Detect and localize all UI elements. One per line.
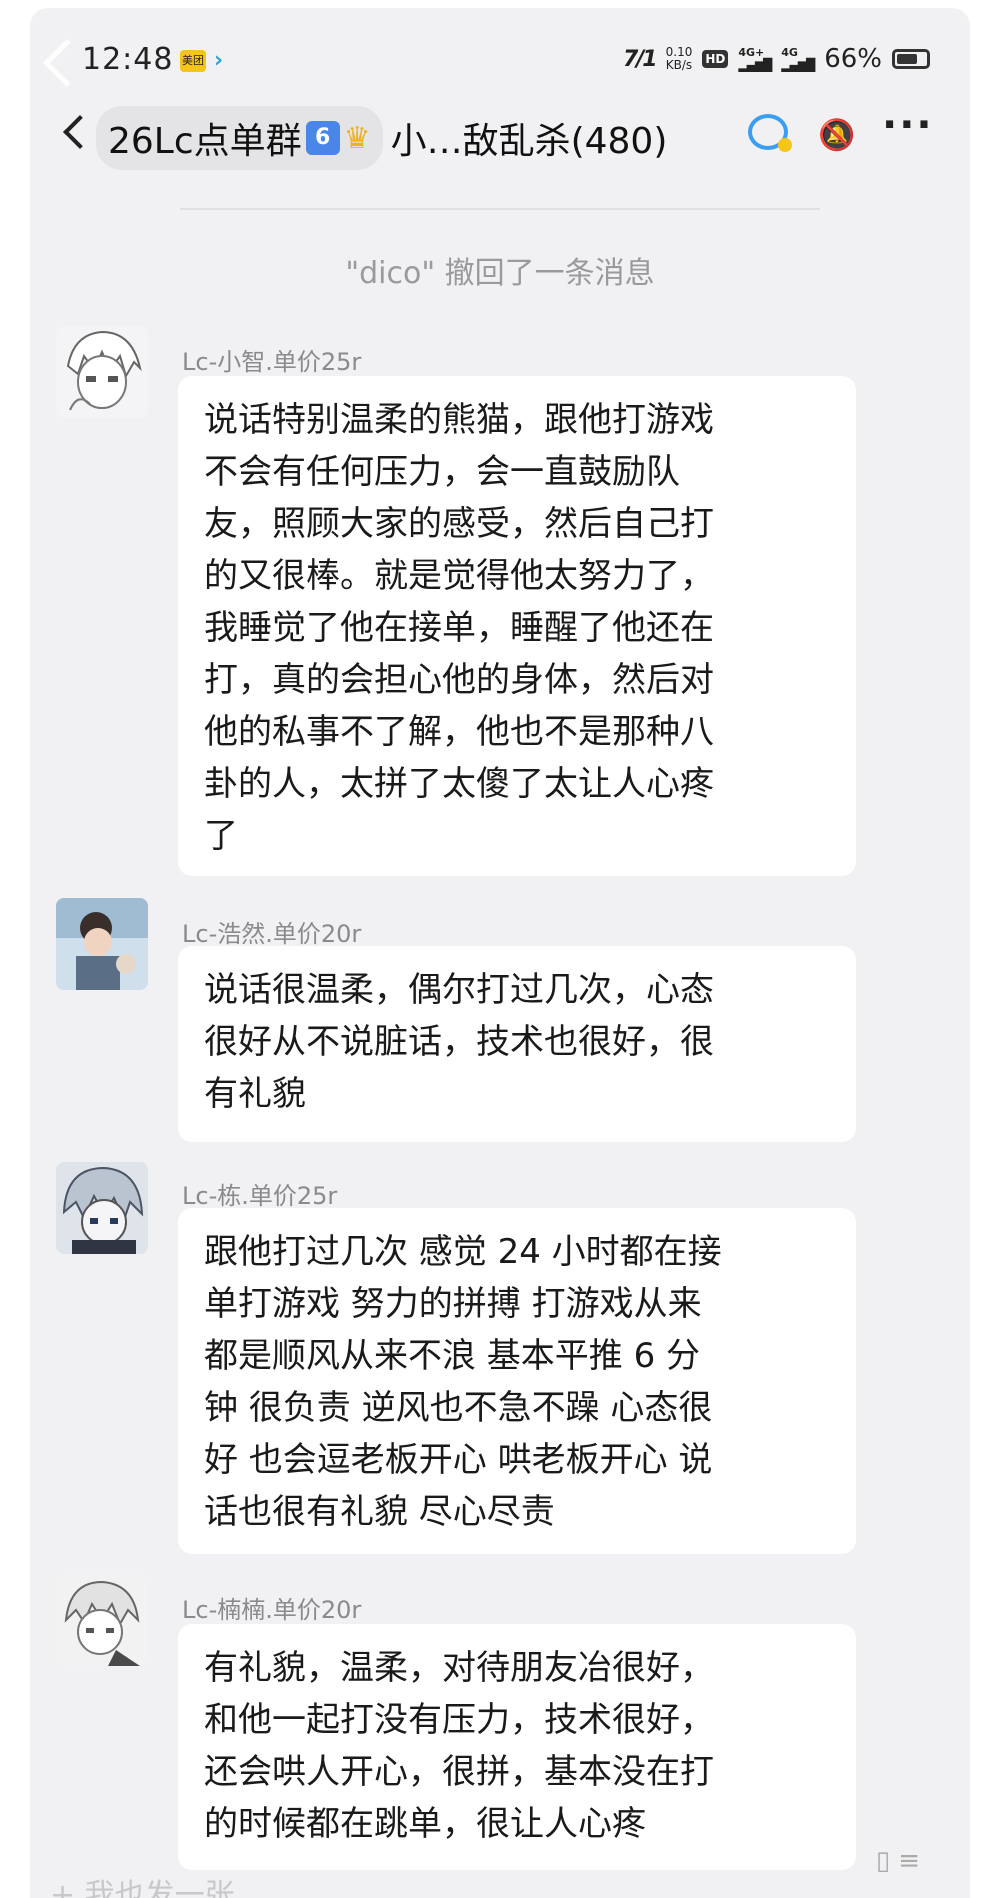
battery-icon [892,49,930,69]
message-line: 都是顺风从来不浪 基本平推 6 分 [204,1336,701,1376]
chat-header: 26Lc点单群 6 ♛ 小…敌乱杀(480) 🔕 ··· [30,96,970,176]
top-divider [180,208,820,210]
avatar-anime-boy-3-icon [56,1574,148,1666]
avatar[interactable] [56,898,148,990]
avatar-anime-boy-2-icon [56,1162,148,1254]
mute-bell-icon[interactable]: 🔕 [818,118,855,153]
avatar[interactable] [56,1162,148,1254]
status-time: 12:48 [82,42,174,77]
network-speed: 0.10 KB/s [666,46,693,72]
chat-bubble-icon[interactable] [748,114,792,152]
message-line: 很好从不说脏话，技术也很好，很 [204,1022,714,1062]
message-line: 好 也会逗老板开心 哄老板开心 说 [204,1440,713,1480]
message-line: 不会有任何压力，会一直鼓励队 [204,452,680,492]
photo-edge-right [970,0,1000,1898]
notification-app-icon: › [214,48,224,73]
back-chevron-icon[interactable] [63,115,97,149]
bottom-toolbar: ▯ ≡ [876,1846,920,1876]
avatar[interactable] [56,1574,148,1666]
photo-edge-left [0,0,30,1898]
message-line: 跟他打过几次 感觉 24 小时都在接 [204,1232,722,1272]
message-line: 了 [204,816,238,856]
signal-1-icon: 4G+ ▂▄▆█ [738,47,772,72]
message-line: 和他一起打没有压力，技术很好， [204,1700,714,1740]
message-line: 有礼貌 [204,1074,306,1114]
hd-icon: HD [702,50,729,68]
speed-unit: KB/s [665,58,693,72]
network-icon: 7/1 [622,46,658,72]
message-line: 的时候都在跳单，很让人心疼 [204,1804,646,1844]
message-bubble[interactable]: 说话特别温柔的熊猫，跟他打游戏 不会有任何压力，会一直鼓励队 友，照顾大家的感受… [178,376,856,876]
message-line: 我睡觉了他在接单，睡醒了他还在 [204,608,714,648]
message-line: 说话特别温柔的熊猫，跟他打游戏 [204,400,714,440]
sender-name: Lc-栋.单价25r [182,1182,338,1210]
avatar[interactable] [56,326,148,418]
message-line: 有礼貌，温柔，对待朋友冶很好， [204,1648,714,1688]
phone-screen: 12:48 美团 › 7/1 0.10 KB/s HD 4G+ ▂▄▆█ 4G … [30,8,970,1898]
message-bubble[interactable]: 有礼貌，温柔，对待朋友冶很好， 和他一起打没有压力，技术很好， 还会哄人开心，很… [178,1624,856,1870]
message-bubble[interactable]: 跟他打过几次 感觉 24 小时都在接 单打游戏 努力的拼搏 打游戏从来 都是顺风… [178,1208,856,1554]
avatar-photo-icon [56,898,148,990]
group-title[interactable]: 26Lc点单群 6 ♛ 小…敌乱杀(480) [96,106,667,170]
menu-icon[interactable]: ≡ [898,1846,920,1876]
signal-1-bars-icon: ▂▄▆█ [738,58,772,72]
recall-notice: "dico" 撤回了一条消息 [345,256,655,291]
sender-name: Lc-楠楠.单价20r [182,1596,362,1624]
message-line: 说话很温柔，偶尔打过几次，心态 [204,970,714,1010]
meituan-app-icon: 美团 [180,50,206,72]
message-bubble[interactable]: 说话很温柔，偶尔打过几次，心态 很好从不说脏话，技术也很好，很 有礼貌 [178,946,856,1142]
more-options-icon[interactable]: ··· [882,102,934,148]
message-line: 单打游戏 努力的拼搏 打游戏从来 [204,1284,702,1324]
message-line: 卦的人，太拼了太傻了太让人心疼 [204,764,714,804]
group-name-rest: 小…敌乱杀(480) [390,121,668,162]
bookmark-icon[interactable]: ▯ [876,1846,890,1876]
crown-icon: ♛ [343,120,371,156]
post-also-overlay[interactable]: + 我也发一张 [50,1870,235,1898]
message-line: 他的私事不了解，他也不是那种八 [204,712,714,752]
sender-name: Lc-小智.单价25r [182,348,362,376]
group-name-pill[interactable]: 26Lc点单群 6 ♛ [96,106,383,170]
message-line: 钟 很负责 逆风也不急不躁 心态很 [204,1388,713,1428]
message-line: 的又很棒。就是觉得他太努力了， [204,556,714,596]
sender-name: Lc-浩然.单价20r [182,920,362,948]
battery-percent: 66% [824,44,882,74]
avatar-anime-boy-1-icon [56,326,148,418]
message-line: 话也很有礼貌 尽心尽责 [204,1492,555,1532]
group-number-badge: 6 [305,121,340,155]
signal-2-bars-icon: ▂▄▆█ [781,58,815,72]
group-name: 26Lc点单群 [108,121,302,162]
message-line: 打，真的会担心他的身体，然后对 [204,660,714,700]
signal-2-icon: 4G ▂▄▆█ [781,47,815,72]
status-right-cluster: 7/1 0.10 KB/s HD 4G+ ▂▄▆█ 4G ▂▄▆█ 66% [623,44,930,74]
message-line: 还会哄人开心，很拼，基本没在打 [204,1752,714,1792]
message-line: 友，照顾大家的感受，然后自己打 [204,504,714,544]
